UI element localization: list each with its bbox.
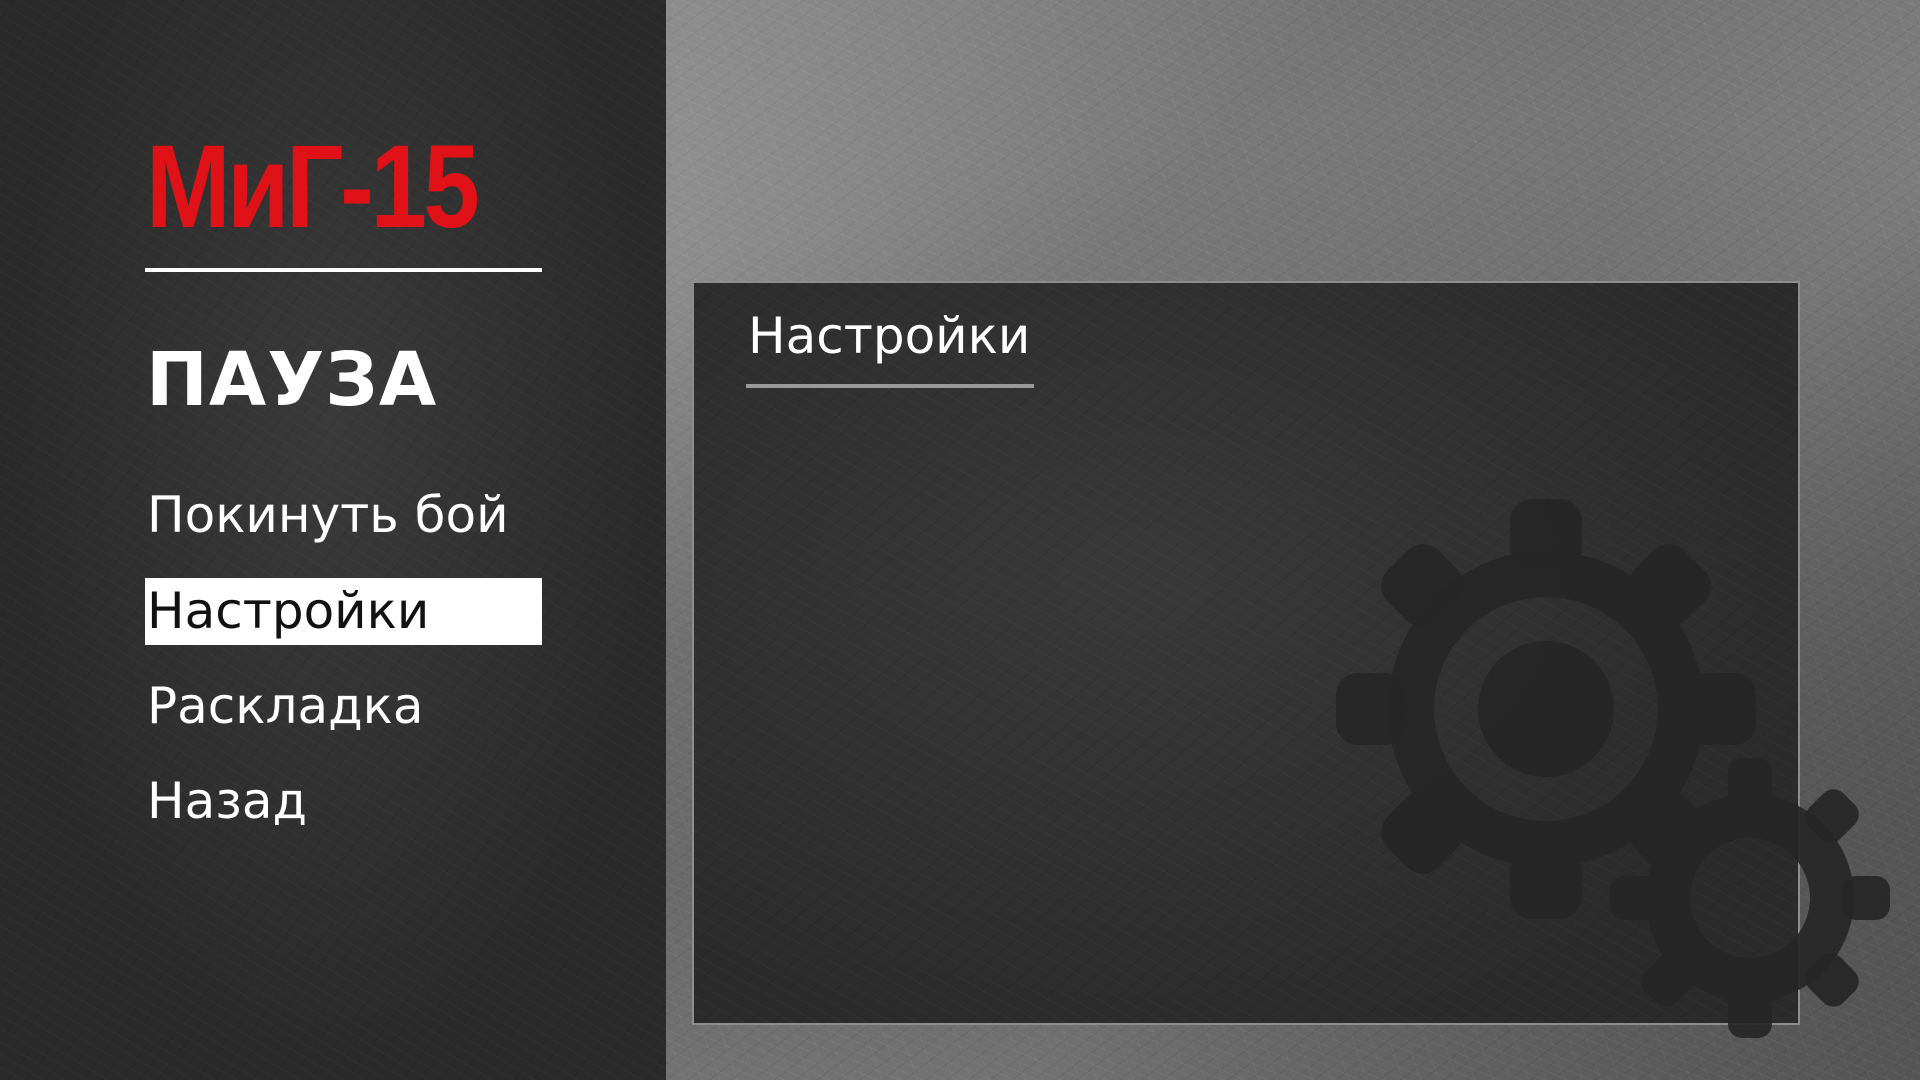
panel-title: Настройки <box>748 307 1031 365</box>
menu-item-label: Покинуть бой <box>147 486 509 544</box>
menu-item-label: Настройки <box>147 582 430 640</box>
menu-item-settings[interactable]: Настройки <box>145 578 542 645</box>
pause-screen: МиГ-15 ПАУЗА Покинуть бой Настройки Раск… <box>0 0 1920 1080</box>
menu-item-leave-battle[interactable]: Покинуть бой <box>145 482 542 549</box>
game-logo: МиГ-15 <box>146 121 480 253</box>
pause-sidebar: МиГ-15 ПАУЗА Покинуть бой Настройки Раск… <box>0 0 666 1080</box>
logo-divider <box>145 268 542 272</box>
panel-title-divider <box>746 384 1034 388</box>
menu-item-back[interactable]: Назад <box>145 768 542 835</box>
menu-item-controls-layout[interactable]: Раскладка <box>145 673 542 740</box>
menu-item-label: Назад <box>147 772 308 830</box>
pause-title: ПАУЗА <box>146 337 438 423</box>
settings-panel: Настройки <box>692 281 1800 1025</box>
menu-item-label: Раскладка <box>147 677 424 735</box>
